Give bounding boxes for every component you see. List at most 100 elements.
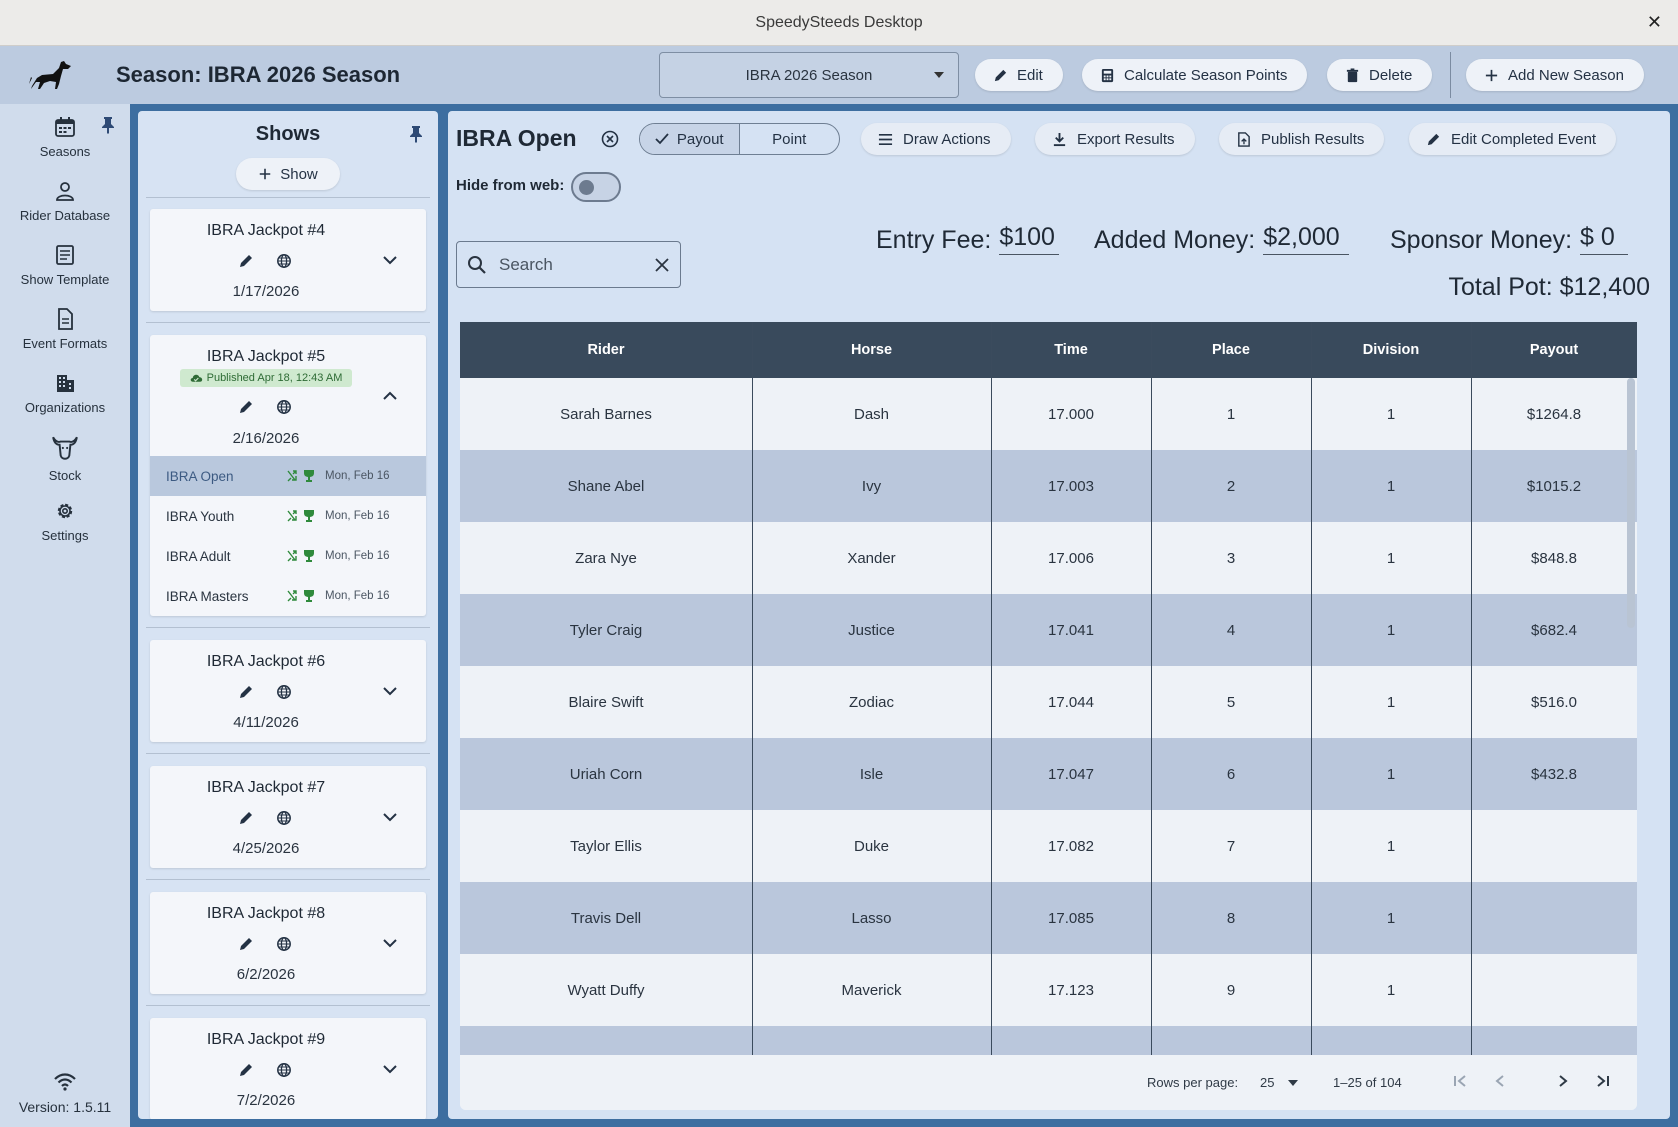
pencil-icon[interactable] [238,1062,254,1078]
table-row[interactable]: Tyler Craig Justice 17.041 4 1 $682.4 [460,594,1637,666]
event-row[interactable]: IBRA Masters Mon, Feb 16 [150,576,426,616]
rail-item-event-formats[interactable]: Event Formats [0,308,130,351]
rail-item-rider-database[interactable]: Rider Database [0,180,130,223]
show-name: IBRA Jackpot #6 [206,653,326,670]
chevron-down-icon[interactable] [382,812,398,822]
entry-fee: Entry Fee: $100 [876,223,1059,255]
hide-from-web-toggle[interactable] [571,172,621,202]
payout-point-toggle: Payout Point [639,123,840,155]
pencil-icon[interactable] [238,253,254,269]
column-header-payout[interactable]: Payout [1471,322,1637,378]
table-row[interactable]: Shane Abel Ivy 17.003 2 1 $1015.2 [460,450,1637,522]
show-card[interactable]: IBRA Jackpot #4 1/17/2026 [150,209,426,311]
person-icon [56,182,74,201]
building-icon [57,375,74,392]
export-results-button[interactable]: Export Results [1035,123,1195,155]
column-header-place[interactable]: Place [1151,322,1311,378]
table-row[interactable]: Uriah Corn Isle 17.047 6 1 $432.8 [460,738,1637,810]
table-row[interactable]: Travis Dell Lasso 17.085 8 1 [460,882,1637,954]
season-title: Season: IBRA 2026 Season [116,62,401,87]
table-row[interactable] [460,1026,1637,1055]
pencil-icon[interactable] [238,936,254,952]
pencil-icon[interactable] [238,684,254,700]
rows-per-page-select[interactable]: 25 [1260,1069,1302,1095]
cell-horse: Lasso [851,909,892,927]
search-input[interactable] [499,253,639,277]
table-row[interactable]: Sarah Barnes Dash 17.000 1 1 $1264.8 [460,378,1637,450]
event-row-selected[interactable]: IBRA Open Mon, Feb 16 [150,456,426,496]
show-card-expanded[interactable]: IBRA Jackpot #5 Published Apr 18, 12:43 … [150,335,426,616]
cell-time [991,1026,1151,1055]
season-select[interactable]: IBRA 2026 Season [659,52,959,98]
rail-item-organizations[interactable]: Organizations [0,372,130,415]
close-circle-icon[interactable] [601,130,619,148]
column-header-time[interactable]: Time [991,322,1151,378]
segment-payout[interactable]: Payout [640,124,740,154]
next-page-icon[interactable] [1554,1072,1572,1090]
chevron-down-icon[interactable] [382,938,398,948]
cell-place: 1 [1226,405,1236,423]
cell-horse [752,1026,991,1055]
shuffle-trophy-icons [287,510,314,522]
table-row[interactable]: Blaire Swift Zodiac 17.044 5 1 $516.0 [460,666,1637,738]
cell-horse: Isle [859,765,884,783]
shows-divider [146,753,430,754]
calculate-season-points-button[interactable]: Calculate Season Points [1082,59,1308,91]
file-upload-icon [1238,131,1250,147]
add-new-season-button[interactable]: Add New Season [1466,59,1644,91]
table-row[interactable]: Taylor Ellis Duke 17.082 7 1 [460,810,1637,882]
window-close-button[interactable]: ✕ [1647,12,1662,33]
chevron-down-icon[interactable] [382,686,398,696]
globe-icon[interactable] [276,1062,292,1078]
event-row[interactable]: IBRA Adult Mon, Feb 16 [150,536,426,576]
show-card[interactable]: IBRA Jackpot #7 4/25/2026 [150,766,426,868]
rail-item-settings[interactable]: Settings [0,500,130,543]
table-row[interactable]: Wyatt Duffy Maverick 17.123 9 1 [460,954,1637,1026]
rail-item-stock[interactable]: Stock [0,434,130,483]
rail-item-show-template[interactable]: Show Template [0,244,130,287]
table-row[interactable]: Zara Nye Xander 17.006 3 1 $848.8 [460,522,1637,594]
column-divider [991,322,992,1055]
added-money-value[interactable]: $2,000 [1263,223,1350,255]
last-page-icon[interactable] [1594,1072,1612,1090]
event-row[interactable]: IBRA Youth Mon, Feb 16 [150,496,426,536]
draw-actions-button[interactable]: Draw Actions [861,123,1011,155]
segment-point[interactable]: Point [740,124,840,154]
entry-fee-value[interactable]: $100 [999,223,1059,255]
sponsor-money-value[interactable]: $ 0 [1580,223,1629,255]
add-show-button[interactable]: Show [236,158,340,190]
show-card[interactable]: IBRA Jackpot #8 6/2/2026 [150,892,426,994]
chevron-down-icon[interactable] [382,255,398,265]
edit-completed-event-button[interactable]: Edit Completed Event [1409,123,1617,155]
pencil-icon[interactable] [238,399,254,415]
show-date: 7/2/2026 [236,1092,296,1109]
globe-icon[interactable] [276,399,292,415]
globe-icon[interactable] [276,810,292,826]
chevron-up-icon[interactable] [382,391,398,401]
globe-icon[interactable] [276,684,292,700]
cell-time: 17.003 [1048,477,1094,495]
table-body: Sarah Barnes Dash 17.000 1 1 $1264.8 Shane Abe… [460,378,1637,1055]
pin-icon[interactable] [408,125,424,143]
table-scrollbar[interactable] [1627,378,1635,628]
globe-icon[interactable] [276,936,292,952]
column-header-rider[interactable]: Rider [460,322,752,378]
gear-icon [57,503,73,519]
publish-results-button[interactable]: Publish Results [1219,123,1385,155]
column-header-horse[interactable]: Horse [752,322,991,378]
show-card[interactable]: IBRA Jackpot #6 4/11/2026 [150,640,426,742]
first-page-icon[interactable] [1451,1072,1469,1090]
pencil-icon[interactable] [238,810,254,826]
added-money: Added Money: $2,000 [1094,223,1350,255]
show-date: 2/16/2026 [232,430,300,447]
delete-season-button[interactable]: Delete [1327,59,1433,91]
previous-page-icon[interactable] [1491,1072,1509,1090]
column-header-division[interactable]: Division [1311,322,1471,378]
chevron-down-icon[interactable] [382,1064,398,1074]
globe-icon[interactable] [276,253,292,269]
search-field[interactable] [456,241,681,288]
show-card[interactable]: IBRA Jackpot #9 7/2/2026 [150,1018,426,1119]
edit-season-button[interactable]: Edit [975,59,1063,91]
rail-item-seasons[interactable]: Seasons [0,116,130,159]
clear-search-icon[interactable] [654,257,670,273]
